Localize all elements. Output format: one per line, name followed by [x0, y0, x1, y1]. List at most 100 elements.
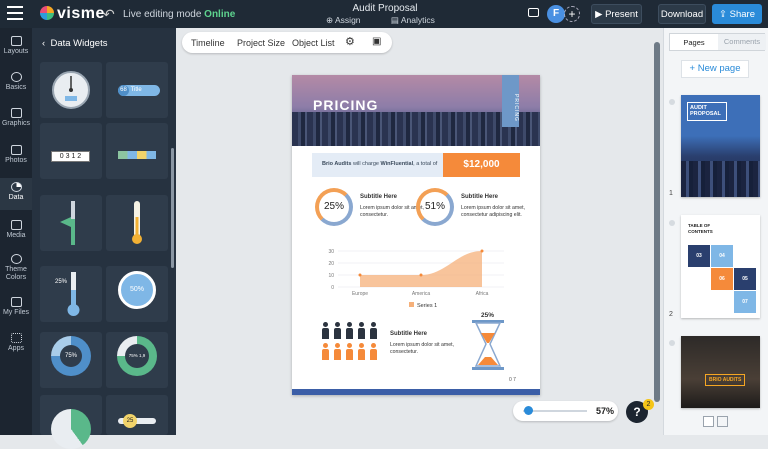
new-page-button[interactable]: + New page: [681, 60, 749, 78]
toc-cell: 06: [711, 268, 733, 290]
pages-pane: Pages Comments + New page AUDIT PROPOSAL…: [663, 28, 768, 435]
present-button[interactable]: ▶ Present: [591, 4, 642, 24]
media-icon: [10, 220, 22, 230]
widget-donut-green[interactable]: 75% 1,9: [106, 332, 168, 388]
widget-color-bar[interactable]: [106, 123, 168, 179]
chart-y-tick-label: 30: [328, 249, 334, 255]
chat-icon[interactable]: [528, 8, 539, 17]
people-icons[interactable]: [321, 322, 383, 362]
hero-title[interactable]: PRICING: [313, 97, 378, 113]
page-thumbnail-2[interactable]: TABLE OF CONTENTS 03 04 05 06 07: [681, 215, 760, 318]
grid-view-icon[interactable]: [703, 416, 714, 427]
widget-gauge[interactable]: [40, 62, 102, 118]
undo-icon[interactable]: ↶: [103, 6, 115, 23]
percent-ring-1[interactable]: 25%: [315, 188, 353, 226]
page-1-handle[interactable]: [669, 99, 675, 105]
share-button[interactable]: ⇪ Share: [712, 4, 762, 24]
person-icon: [357, 343, 365, 361]
mode-indicator: Live editing mode Online: [123, 9, 235, 20]
person-icon: [345, 343, 353, 361]
area-chart[interactable]: 0 10 20 30 Europe America Africa Series 1: [292, 243, 540, 313]
tab-comments[interactable]: Comments: [718, 34, 766, 50]
gauge-icon: [52, 71, 90, 109]
toc-cell: 03: [688, 245, 710, 267]
brand-logo[interactable]: visme: [40, 5, 105, 23]
zoom-knob[interactable]: [524, 406, 534, 415]
donut-value: 75%: [60, 345, 82, 367]
rail-item-photos[interactable]: Photos: [0, 145, 32, 164]
list-view-icon[interactable]: [717, 416, 728, 427]
rail-item-basics[interactable]: Basics: [0, 72, 32, 91]
brand-name: visme: [57, 5, 105, 22]
color-bar-icon: [118, 151, 156, 159]
panel-scrollbar[interactable]: [171, 148, 174, 268]
image-settings-icon[interactable]: ▣: [372, 36, 381, 47]
widget-vertical-gauge[interactable]: [40, 195, 102, 251]
page-thumbnail-3[interactable]: BRIO AUDITS: [681, 336, 760, 408]
rail-label: Media: [6, 232, 26, 239]
page-thumbnail-1[interactable]: AUDIT PROPOSAL: [681, 95, 760, 197]
ring-value: 50%: [118, 271, 156, 309]
person-icon: [333, 322, 341, 340]
analytics-link[interactable]: ▤ Analytics: [391, 15, 449, 25]
rail-item-my-files[interactable]: My Files: [0, 297, 32, 316]
badge-label: Title: [130, 87, 142, 93]
intro-sentence[interactable]: Brio Audits will charge WinFluential, a …: [322, 161, 437, 167]
person-icon: [321, 343, 329, 361]
page-2-handle[interactable]: [669, 220, 675, 226]
rail-item-layouts[interactable]: Layouts: [0, 36, 32, 55]
assign-link[interactable]: ⊕ Assign: [326, 15, 375, 25]
tab-pages[interactable]: Pages: [670, 38, 718, 47]
rail-item-graphics[interactable]: Graphics: [0, 108, 32, 127]
canvas-scrollbar[interactable]: [654, 42, 660, 402]
panel-header[interactable]: ‹ Data Widgets: [42, 38, 107, 49]
widget-slider[interactable]: 25: [106, 395, 168, 435]
toc-cell: 04: [711, 245, 733, 267]
intro-suffix: , a total of: [413, 161, 438, 167]
rail-item-theme-colors[interactable]: Theme Colors: [0, 254, 32, 282]
percent-ring-2[interactable]: 51%: [416, 188, 454, 226]
widget-bulb-thermometer[interactable]: 25%: [40, 266, 102, 322]
download-button[interactable]: Download: [658, 4, 706, 24]
widget-thermometer[interactable]: [106, 195, 168, 251]
person-icon: [369, 322, 377, 340]
hourglass-icon[interactable]: [471, 319, 505, 371]
add-collaborator-icon[interactable]: +: [564, 6, 580, 22]
chart-x-tick-label: Europe: [352, 291, 368, 297]
pie-chart-icon: [10, 182, 22, 192]
widget-counter[interactable]: 0 3 1 2: [40, 123, 102, 179]
widget-semi-gauge[interactable]: [40, 395, 102, 449]
block-2-text[interactable]: Subtitle Here Lorem ipsum dolor sit amet,…: [461, 194, 533, 219]
zoom-control[interactable]: 57%: [513, 401, 618, 421]
widget-ring[interactable]: 50%: [106, 266, 168, 322]
page-3-handle[interactable]: [669, 340, 675, 346]
thermo-value: 25%: [55, 279, 68, 285]
document-title[interactable]: Audit Proposal: [300, 3, 470, 14]
widget-donut-blue[interactable]: 75%: [40, 332, 102, 388]
rail-item-data[interactable]: Data: [0, 178, 32, 210]
block-3-text[interactable]: Subtitle Here Lorem ipsum dolor sit amet,…: [390, 331, 470, 356]
settings-icon[interactable]: ⚙: [345, 35, 355, 48]
object-list-button[interactable]: Object List: [292, 38, 335, 48]
chart-point: [358, 273, 362, 277]
apps-icon: [10, 333, 22, 343]
slide-page[interactable]: PRICING PRICING Brio Audits will charge …: [292, 75, 540, 395]
timeline-button[interactable]: Timeline: [191, 38, 225, 48]
pane-tabs: Pages Comments: [669, 33, 766, 51]
palette-icon: [10, 254, 22, 264]
project-size-button[interactable]: Project Size: [237, 38, 285, 48]
basics-icon: [10, 72, 22, 82]
person-icon: [333, 343, 341, 361]
intro-client: WinFluential: [380, 161, 414, 167]
price-value[interactable]: $12,000: [443, 153, 520, 177]
intro-company: Brio Audits: [322, 161, 352, 167]
view-toggle[interactable]: [703, 416, 729, 430]
widget-badge[interactable]: 68 Title: [106, 62, 168, 118]
page-1-number: 1: [669, 190, 673, 197]
avatar[interactable]: F: [547, 5, 565, 23]
toc-cell: 05: [734, 268, 756, 290]
rail-item-apps[interactable]: Apps: [0, 333, 32, 352]
rail-item-media[interactable]: Media: [0, 220, 32, 239]
menu-icon[interactable]: [7, 6, 23, 20]
rail-label: Apps: [8, 345, 24, 352]
